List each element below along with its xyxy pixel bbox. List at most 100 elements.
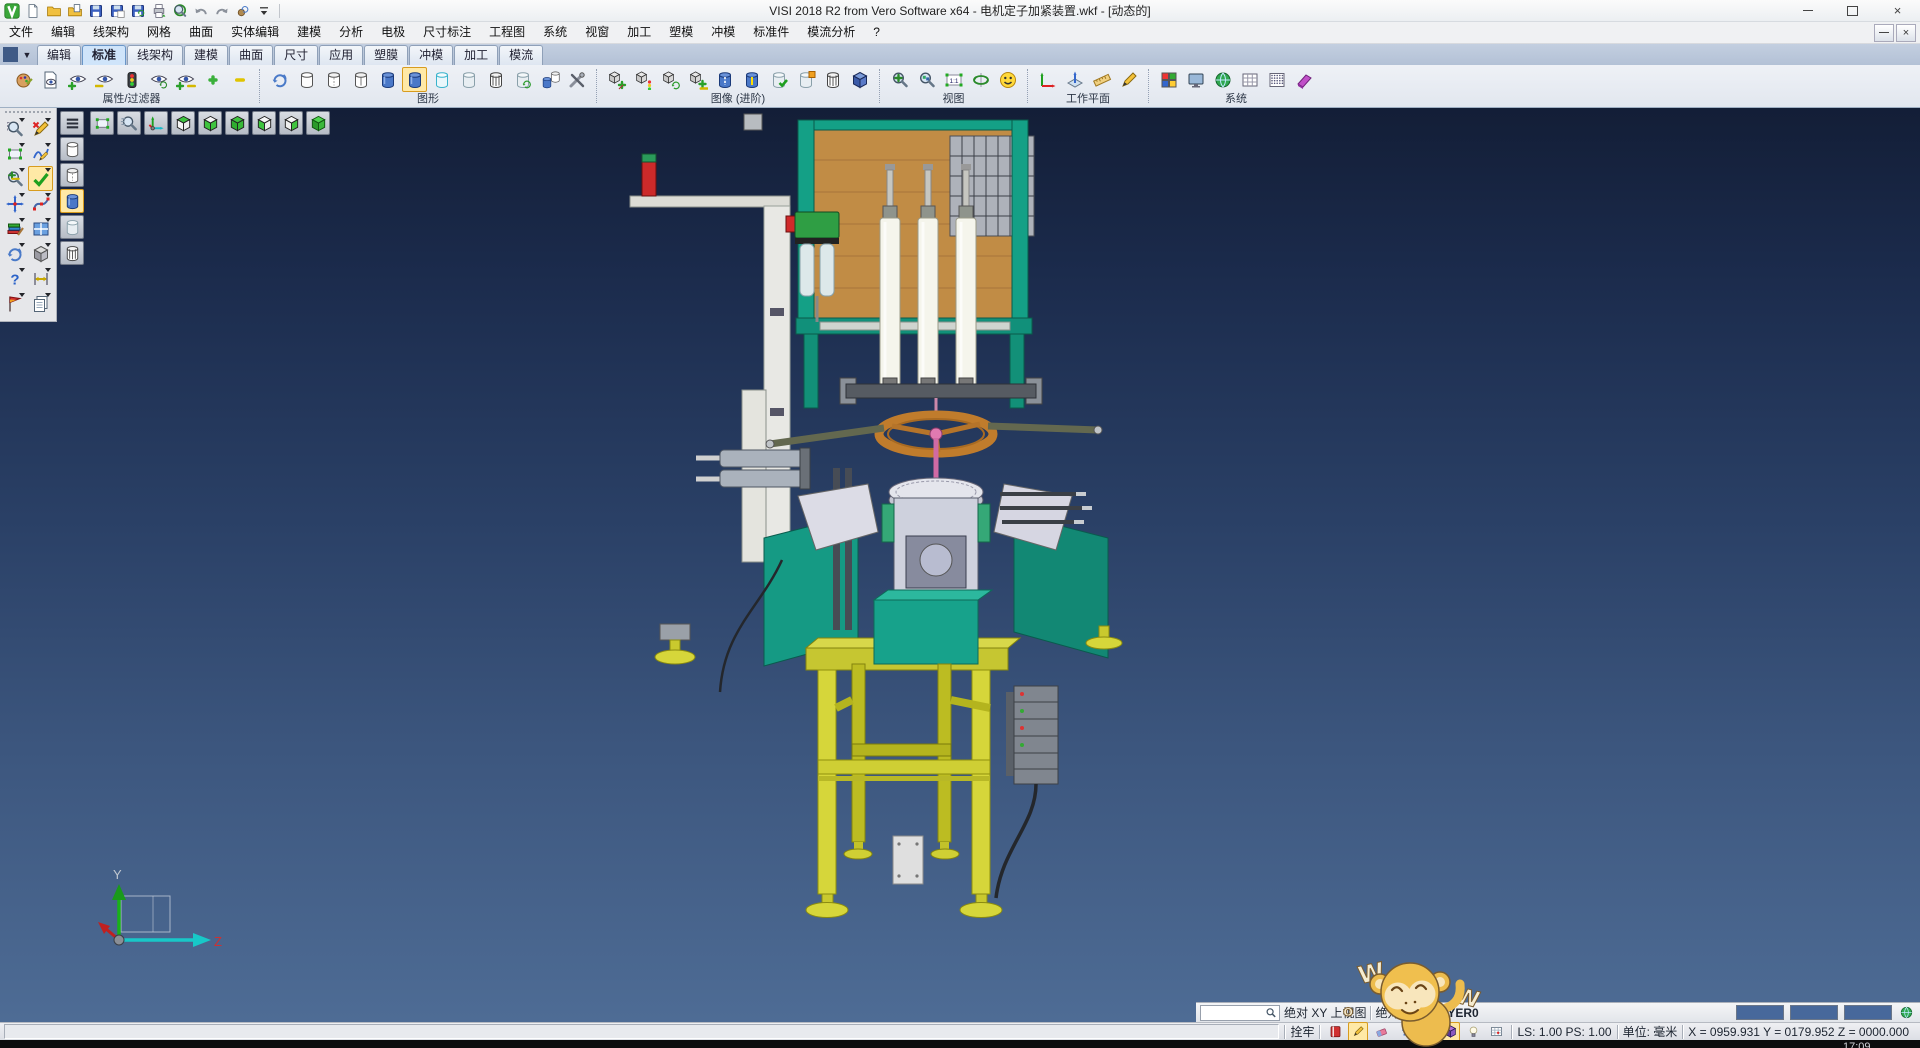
zoom-1-1-icon[interactable]: 1:1	[941, 67, 966, 92]
workplane-align-icon[interactable]	[1062, 67, 1087, 92]
viewport-3d[interactable]: ? Y Z	[0, 108, 1920, 1022]
image-add-icon[interactable]	[604, 67, 629, 92]
axonometric-view-button[interactable]	[144, 111, 168, 135]
dashed-hidden-view-icon[interactable]	[348, 67, 373, 92]
image-toggle-icon[interactable]	[685, 67, 710, 92]
flat-mode-button[interactable]	[60, 215, 84, 239]
regen-graphics-icon[interactable]	[267, 67, 292, 92]
print-preview-icon[interactable]	[171, 2, 189, 20]
view-front-button[interactable]	[225, 111, 249, 135]
menu-item-标准件[interactable]: 标准件	[744, 22, 798, 43]
shaded-edges-view-icon[interactable]	[402, 67, 427, 92]
mdi-close-button[interactable]: ×	[1896, 24, 1916, 42]
tab-曲面[interactable]: 曲面	[229, 45, 273, 65]
menu-item-冲模[interactable]: 冲模	[702, 22, 744, 43]
tab-应用[interactable]: 应用	[319, 45, 363, 65]
menu-item-系统[interactable]: 系统	[534, 22, 576, 43]
prompt-field[interactable]	[4, 1024, 1279, 1039]
wireframe-view-icon[interactable]	[294, 67, 319, 92]
search-input[interactable]	[1201, 1006, 1265, 1020]
edit-curve-button[interactable]	[28, 141, 53, 166]
zoom-in-icon[interactable]	[887, 67, 912, 92]
filter-trafficlight-icon[interactable]	[119, 67, 144, 92]
menu-item-建模[interactable]: 建模	[288, 22, 330, 43]
menu-item-视窗[interactable]: 视窗	[576, 22, 618, 43]
menu-item-编辑[interactable]: 编辑	[42, 22, 84, 43]
view-rotate-icon[interactable]	[968, 67, 993, 92]
help-button[interactable]: ?	[2, 266, 27, 291]
menu-item-曲面[interactable]: 曲面	[180, 22, 222, 43]
grid-settings-icon[interactable]	[1237, 67, 1262, 92]
quick-access-dropdown-icon[interactable]	[255, 2, 273, 20]
strip-menu-button[interactable]	[60, 111, 84, 135]
hidden-line-mode-button[interactable]	[60, 163, 84, 187]
maximize-button[interactable]	[1830, 0, 1875, 22]
units-label[interactable]: 单位: 毫米	[1623, 1023, 1678, 1040]
status-search-field[interactable]	[1200, 1005, 1280, 1021]
menu-item-尺寸标注[interactable]: 尺寸标注	[414, 22, 480, 43]
show-entities-icon[interactable]	[65, 67, 90, 92]
hidden-line-view-icon[interactable]	[321, 67, 346, 92]
view-iso-button[interactable]	[279, 111, 303, 135]
menu-item-?[interactable]: ?	[864, 22, 889, 43]
menu-item-模流分析[interactable]: 模流分析	[798, 22, 864, 43]
tab-尺寸[interactable]: 尺寸	[274, 45, 318, 65]
solid-render-icon[interactable]	[847, 67, 872, 92]
attributes-button[interactable]	[2, 216, 27, 241]
tab-模流[interactable]: 模流	[499, 45, 543, 65]
display-settings-icon[interactable]	[1183, 67, 1208, 92]
image-refresh-icon[interactable]	[658, 67, 683, 92]
remove-filter-icon[interactable]	[227, 67, 252, 92]
view-shaded-button[interactable]	[306, 111, 330, 135]
attributes-document-icon[interactable]	[38, 67, 63, 92]
spline-edit-button[interactable]	[28, 191, 53, 216]
layer-colors-icon[interactable]	[1156, 67, 1181, 92]
menu-item-线架构[interactable]: 线架构	[84, 22, 138, 43]
transform-button[interactable]	[2, 191, 27, 216]
insert-file-icon[interactable]	[66, 2, 84, 20]
wireframe-mode-button[interactable]	[60, 137, 84, 161]
snap-grid-button[interactable]	[1486, 1022, 1506, 1042]
visibility-toggle-icon[interactable]	[173, 67, 198, 92]
save-icon[interactable]	[87, 2, 105, 20]
save-as-icon[interactable]	[108, 2, 126, 20]
bookmark-button[interactable]	[2, 291, 27, 316]
zoom-inout-button[interactable]	[2, 166, 27, 191]
layer-swatch-2[interactable]	[1790, 1005, 1838, 1020]
undo-history-icon[interactable]	[234, 2, 252, 20]
graphics-settings-icon[interactable]	[564, 67, 589, 92]
regenerate-button[interactable]	[2, 241, 27, 266]
hatched-mode-button[interactable]	[60, 241, 84, 265]
menu-item-网格[interactable]: 网格	[138, 22, 180, 43]
delete-entity-button[interactable]	[28, 116, 53, 141]
hide-entities-icon[interactable]	[92, 67, 117, 92]
layer-swatch-1[interactable]	[1736, 1005, 1784, 1020]
tab-标准[interactable]: 标准	[82, 45, 126, 65]
cylinder-flag-icon[interactable]	[793, 67, 818, 92]
menu-item-文件[interactable]: 文件	[0, 22, 42, 43]
tab-加工[interactable]: 加工	[454, 45, 498, 65]
zoom-all-icon[interactable]	[914, 67, 939, 92]
viewports-button[interactable]	[28, 216, 53, 241]
save-all-icon[interactable]	[129, 2, 147, 20]
snap-lock-label[interactable]: 拴牢	[1290, 1023, 1314, 1040]
view-top-button[interactable]	[171, 111, 195, 135]
dock-drag-handle[interactable]	[4, 109, 52, 115]
zoom-window-button[interactable]	[2, 116, 27, 141]
cylinder-striped-icon[interactable]	[739, 67, 764, 92]
tab-冲模[interactable]: 冲模	[409, 45, 453, 65]
tab-线架构[interactable]: 线架构	[127, 45, 183, 65]
regen-shading-icon[interactable]	[510, 67, 535, 92]
zoom-dynamic-button[interactable]	[117, 111, 141, 135]
menu-item-实体编辑[interactable]: 实体编辑	[222, 22, 288, 43]
shaded-view-icon[interactable]	[375, 67, 400, 92]
environment-globe-icon[interactable]	[1896, 1003, 1916, 1023]
view-left-button[interactable]	[252, 111, 276, 135]
visibility-refresh-icon[interactable]	[146, 67, 171, 92]
transparent-view-icon[interactable]	[429, 67, 454, 92]
copy-button[interactable]	[28, 291, 53, 316]
menu-item-分析[interactable]: 分析	[330, 22, 372, 43]
workplane-ruler-icon[interactable]	[1089, 67, 1114, 92]
confirm-button[interactable]	[28, 166, 53, 191]
tab-dropdown-icon[interactable]: ▼	[20, 47, 34, 62]
